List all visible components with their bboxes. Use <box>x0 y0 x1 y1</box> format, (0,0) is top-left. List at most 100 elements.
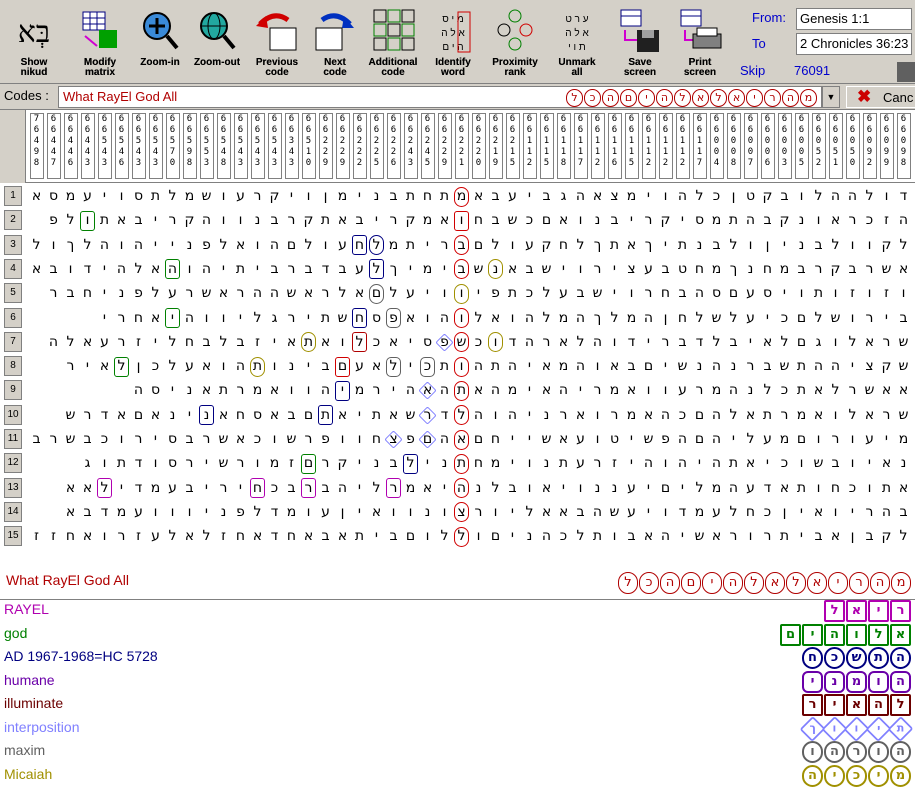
matrix-letter[interactable]: ו <box>572 478 590 499</box>
matrix-letter[interactable]: ר <box>470 502 488 523</box>
skip-column[interactable]: 66007 <box>743 113 758 179</box>
matrix-letter[interactable]: ת <box>674 235 692 256</box>
matrix-letter[interactable]: י <box>776 235 794 256</box>
matrix-letter[interactable]: ל <box>691 186 709 207</box>
matrix-letter[interactable]: ב <box>130 210 148 231</box>
matrix-letter[interactable]: ר <box>232 453 250 474</box>
matrix-letter[interactable]: ו <box>232 210 250 231</box>
matrix-letter[interactable]: מ <box>555 308 573 329</box>
matrix-letter[interactable]: ר <box>45 429 63 450</box>
matrix-letter[interactable]: ח <box>742 502 760 523</box>
matrix-letter[interactable]: ח <box>283 526 301 547</box>
matrix-letter[interactable]: ם <box>793 332 811 353</box>
matrix-letter[interactable]: ר <box>181 283 199 304</box>
skip-column[interactable]: 66543 <box>131 113 146 179</box>
matrix-letter[interactable]: ע <box>742 308 760 329</box>
matrix-letter[interactable]: ו <box>521 478 539 499</box>
matrix-letter[interactable]: ק <box>878 235 896 256</box>
matrix-letter[interactable]: א <box>538 356 556 377</box>
matrix-letter[interactable]: ב <box>181 478 199 499</box>
matrix-letter[interactable]: ן <box>776 502 794 523</box>
matrix-letter[interactable]: א <box>538 478 556 499</box>
matrix-letter[interactable]: ע <box>640 259 658 280</box>
matrix-letter[interactable]: ב <box>504 478 522 499</box>
matrix-letter[interactable]: י <box>436 478 454 499</box>
matrix-letter[interactable]: א <box>300 283 318 304</box>
matrix-letter[interactable]: א <box>96 356 114 377</box>
skip-column[interactable]: 66098 <box>896 113 911 179</box>
matrix-letter[interactable]: א <box>640 526 658 547</box>
row-number[interactable]: 13 <box>4 477 22 498</box>
matrix-letter[interactable]: א <box>878 453 896 474</box>
matrix-letter[interactable]: י <box>674 478 692 499</box>
matrix-letter[interactable]: ה <box>334 478 352 499</box>
matrix-letter[interactable]: א <box>810 405 828 426</box>
matrix-letter[interactable]: ש <box>589 283 607 304</box>
matrix-letter[interactable]: א <box>827 526 845 547</box>
matrix-letter[interactable]: י <box>232 478 250 499</box>
matrix-letter[interactable]: א <box>28 259 46 280</box>
matrix-letter[interactable]: י <box>351 453 369 474</box>
matrix-letter[interactable]: י <box>198 453 216 474</box>
matrix-letter[interactable]: ח <box>130 308 148 329</box>
matrix-letter[interactable]: ב <box>674 332 692 353</box>
row-number[interactable]: 6 <box>4 307 22 328</box>
term-row[interactable]: god אלוהים <box>0 623 915 647</box>
matrix-letter[interactable]: א <box>555 332 573 353</box>
matrix-letter[interactable]: י <box>402 259 420 280</box>
matrix-letter[interactable]: ה <box>249 283 267 304</box>
matrix-letter[interactable]: ע <box>742 283 760 304</box>
matrix-letter[interactable]: ו <box>436 283 454 304</box>
matrix-letter[interactable]: ם <box>691 429 709 450</box>
matrix-letter[interactable]: ח <box>232 526 250 547</box>
matrix-letter[interactable]: י <box>351 478 369 499</box>
term-row[interactable]: maxim הורהו <box>0 741 915 764</box>
matrix-letter[interactable]: ב <box>810 235 828 256</box>
matrix-letter[interactable]: ל <box>538 308 556 329</box>
matrix-letter[interactable]: ח <box>62 526 80 547</box>
skip-column[interactable]: 66222 <box>352 113 367 179</box>
skip-column[interactable]: 66570 <box>165 113 180 179</box>
matrix-letter[interactable]: ש <box>861 380 879 401</box>
row-number[interactable]: 3 <box>4 234 22 255</box>
matrix-letter[interactable]: פ <box>45 210 63 231</box>
matrix-letter[interactable]: ל <box>62 210 80 231</box>
matrix-letter[interactable]: י <box>521 186 539 207</box>
matrix-letter[interactable]: ם <box>130 405 148 426</box>
matrix-letter[interactable]: ה <box>96 235 114 256</box>
matrix-letter[interactable]: ר <box>589 453 607 474</box>
matrix-letter[interactable]: ע <box>351 356 369 377</box>
matrix-letter[interactable]: ה <box>742 210 760 231</box>
matrix-letter[interactable]: י <box>436 259 454 280</box>
matrix-letter[interactable]: כ <box>759 502 777 523</box>
matrix-letter[interactable]: ה <box>113 259 131 280</box>
matrix-letter[interactable]: ד <box>266 526 284 547</box>
matrix-letter[interactable]: ה <box>725 478 743 499</box>
matrix-letter[interactable]: ר <box>62 356 80 377</box>
matrix-letter[interactable]: ל <box>776 332 794 353</box>
skip-column[interactable]: 66543 <box>233 113 248 179</box>
matrix-letter[interactable]: ט <box>606 429 624 450</box>
matrix-letter[interactable]: ה <box>657 405 675 426</box>
matrix-letter[interactable]: ו <box>810 210 828 231</box>
matrix-letter[interactable]: ד <box>79 259 97 280</box>
matrix-letter[interactable]: מ <box>334 186 352 207</box>
matrix-letter[interactable]: א <box>351 283 369 304</box>
matrix-letter[interactable]: ה <box>640 453 658 474</box>
matrix-letter[interactable]: ן <box>657 308 675 329</box>
matrix-letter[interactable]: ש <box>198 283 216 304</box>
matrix-letter[interactable]: נ <box>538 453 556 474</box>
matrix-letter[interactable]: ס <box>147 380 165 401</box>
matrix-letter[interactable]: ס <box>130 186 148 207</box>
matrix-letter[interactable]: ל <box>79 235 97 256</box>
matrix-letter[interactable]: א <box>232 235 250 256</box>
matrix-letter[interactable]: י <box>555 259 573 280</box>
matrix-letter[interactable]: י <box>249 259 267 280</box>
matrix-letter[interactable]: ת <box>436 356 454 377</box>
skip-column[interactable]: 66112 <box>522 113 537 179</box>
matrix-letter[interactable]: א <box>249 526 267 547</box>
term-row[interactable]: humane הומני <box>0 670 915 694</box>
row-number[interactable]: 15 <box>4 526 22 547</box>
matrix-letter[interactable]: א <box>147 308 165 329</box>
matrix-letter[interactable]: ו <box>640 380 658 401</box>
